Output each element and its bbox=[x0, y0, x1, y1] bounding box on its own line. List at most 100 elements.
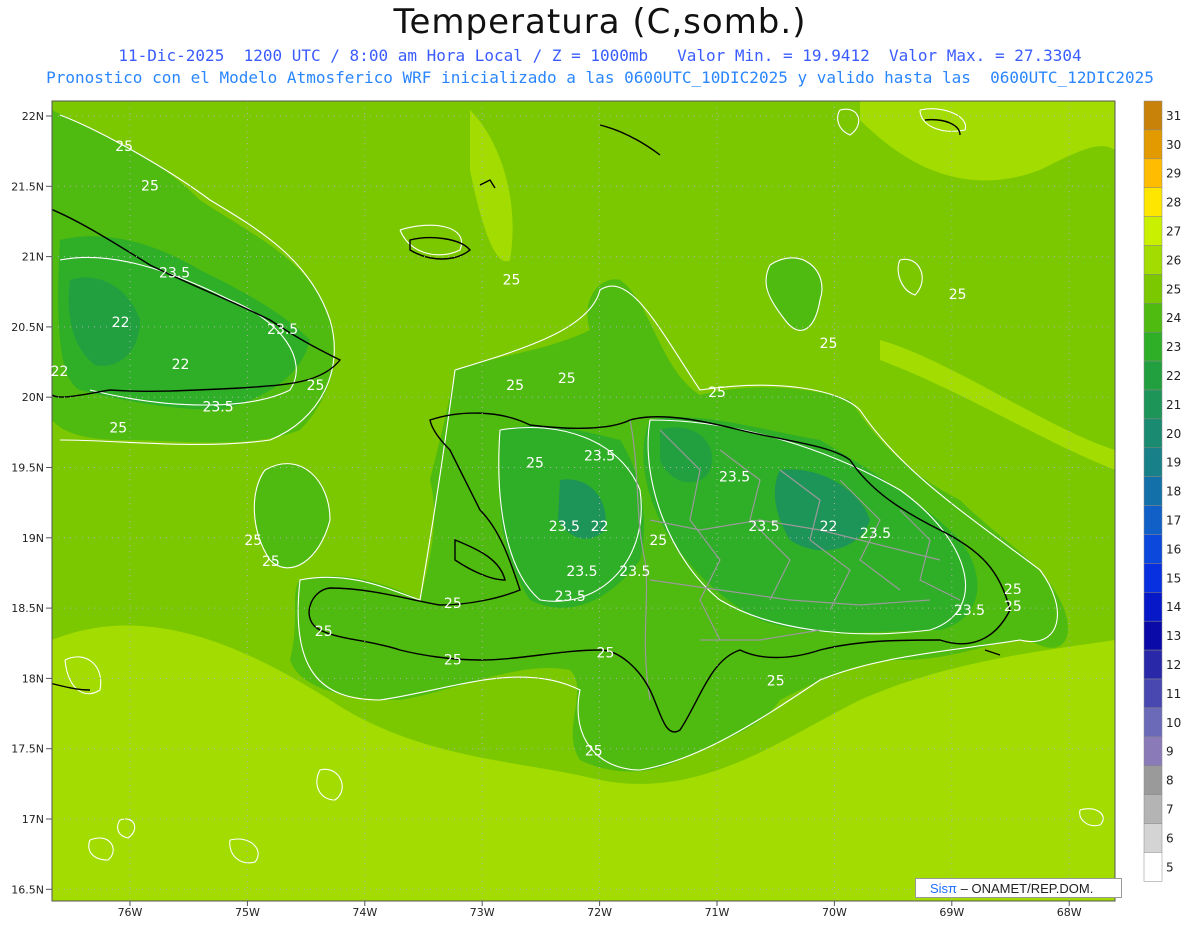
colorbar-label: 19 bbox=[1166, 456, 1181, 470]
latitude-labels: 22N 21.5N 21N 20.5N 20N 19.5N 19N 18.5N 18N 17.5N… bbox=[11, 110, 52, 896]
contour-label: 25 bbox=[526, 456, 544, 472]
latitude-label: 21.5N bbox=[11, 180, 44, 193]
colorbar-swatch bbox=[1143, 620, 1163, 651]
contour-label: 22 bbox=[112, 315, 130, 331]
latitude-label: 16.5N bbox=[11, 883, 44, 896]
colorbar-label: 20 bbox=[1166, 427, 1181, 441]
contour-label: 23.5 bbox=[584, 448, 615, 464]
colorbar-swatch bbox=[1143, 765, 1163, 795]
colorbar-swatch bbox=[1143, 563, 1163, 593]
latitude-label: 22N bbox=[22, 110, 44, 123]
colorbar-swatch bbox=[1143, 736, 1163, 766]
contour-label: 25 bbox=[708, 385, 726, 401]
latitude-label: 20N bbox=[22, 391, 44, 404]
colorbar-label: 13 bbox=[1166, 629, 1181, 643]
contour-label: 23.5 bbox=[159, 266, 190, 282]
contour-label: 25 bbox=[115, 139, 133, 155]
colorbar-label: 28 bbox=[1166, 196, 1181, 210]
contour-label: 25 bbox=[444, 652, 462, 668]
contour-label: 25 bbox=[1004, 599, 1022, 615]
colorbar-swatch bbox=[1143, 678, 1163, 709]
latitude-label: 21N bbox=[22, 251, 44, 264]
contour-label: 25 bbox=[262, 554, 280, 570]
contour-label: 25 bbox=[558, 371, 576, 387]
colorbar-swatch bbox=[1143, 129, 1163, 160]
colorbar-swatch bbox=[1143, 360, 1163, 391]
colorbar-label: 26 bbox=[1166, 253, 1181, 267]
colorbar-swatch bbox=[1143, 331, 1163, 362]
colorbar-swatch bbox=[1143, 245, 1163, 275]
colorbar-swatch bbox=[1143, 418, 1163, 449]
colorbar-label: 18 bbox=[1166, 485, 1181, 499]
contour-label: 22 bbox=[172, 357, 190, 373]
colorbar-label: 14 bbox=[1166, 600, 1181, 614]
contour-label: 23.5 bbox=[202, 399, 233, 415]
contour-label: 22 bbox=[591, 519, 609, 535]
contour-label: 25 bbox=[597, 645, 615, 661]
contour-label: 23.5 bbox=[860, 526, 891, 542]
colorbar-swatch bbox=[1143, 592, 1163, 622]
colorbar-swatch bbox=[1143, 823, 1163, 853]
contour-label: 25 bbox=[109, 420, 127, 436]
colorbar-swatch bbox=[1143, 447, 1163, 477]
longitude-label: 72W bbox=[587, 906, 612, 919]
colorbar-label: 27 bbox=[1166, 225, 1181, 239]
contour-label: 25 bbox=[506, 378, 524, 394]
colorbar-label: 11 bbox=[1166, 687, 1181, 701]
contour-label: 25 bbox=[949, 287, 967, 303]
contour-label: 25 bbox=[503, 273, 521, 289]
colorbar-label: 9 bbox=[1166, 745, 1174, 759]
colorbar-label: 31 bbox=[1166, 109, 1181, 123]
credit-brand: Sisπ bbox=[930, 881, 958, 896]
colorbar-swatch bbox=[1143, 794, 1163, 824]
latitude-label: 17.5N bbox=[11, 743, 44, 756]
latitude-label: 17N bbox=[22, 813, 44, 826]
contour-label: 23.5 bbox=[719, 470, 750, 486]
latitude-label: 19.5N bbox=[11, 462, 44, 475]
longitude-label: 73W bbox=[470, 906, 495, 919]
colorbar-label: 25 bbox=[1166, 282, 1181, 296]
credit-text: – ONAMET/REP.DOM. bbox=[957, 881, 1094, 896]
contour-label: 25 bbox=[820, 336, 838, 352]
colorbar-label: 30 bbox=[1166, 138, 1181, 152]
contour-label: 25 bbox=[444, 596, 462, 612]
credit-box: Sisπ – ONAMET/REP.DOM. bbox=[915, 878, 1122, 898]
contour-label: 22 bbox=[820, 519, 838, 535]
colorbar-label: 22 bbox=[1166, 369, 1181, 383]
colorbar-swatch bbox=[1143, 100, 1163, 131]
temperature-map: 22N 21.5N 21N 20.5N 20N 19.5N 19N 18.5N 18N 17.5N… bbox=[11, 100, 1181, 919]
colorbar-label: 7 bbox=[1166, 803, 1174, 817]
colorbar-label: 8 bbox=[1166, 774, 1174, 788]
colorbar-swatch bbox=[1143, 274, 1163, 304]
latitude-label: 18N bbox=[22, 672, 44, 685]
colorbar-label: 10 bbox=[1166, 716, 1181, 730]
longitude-labels: 76W 75W 74W 73W 72W 71W 70W 69W 68W bbox=[118, 901, 1082, 919]
colorbar-swatch bbox=[1143, 505, 1163, 535]
colorbar-label: 24 bbox=[1166, 311, 1181, 325]
colorbar-swatch bbox=[1143, 216, 1163, 246]
contour-label: 23.5 bbox=[566, 564, 597, 580]
contour-label: 23.5 bbox=[267, 322, 298, 338]
contour-label: 25 bbox=[141, 179, 159, 195]
contour-label: 25 bbox=[307, 378, 325, 394]
colorbar-label: 5 bbox=[1166, 860, 1174, 874]
contour-label: 23.5 bbox=[549, 519, 580, 535]
colorbar-label: 21 bbox=[1166, 398, 1181, 412]
contour-label: 25 bbox=[649, 533, 667, 549]
colorbar-swatch bbox=[1143, 707, 1163, 738]
latitude-label: 20.5N bbox=[11, 321, 44, 334]
colorbar: 31 30 29 28 27 26 25 24 23 22 21 20 19 18 17 16 15 14 13 12… bbox=[1143, 100, 1181, 882]
contour-label: 23.5 bbox=[748, 519, 779, 535]
latitude-label: 18.5N bbox=[11, 602, 44, 615]
colorbar-label: 29 bbox=[1166, 167, 1181, 181]
longitude-label: 70W bbox=[822, 906, 847, 919]
contour-label: 25 bbox=[767, 673, 785, 689]
colorbar-swatch bbox=[1143, 303, 1163, 333]
contour-label: 23.5 bbox=[619, 564, 650, 580]
colorbar-label: 12 bbox=[1166, 658, 1181, 672]
longitude-label: 69W bbox=[939, 906, 964, 919]
longitude-label: 74W bbox=[352, 906, 377, 919]
colorbar-label: 16 bbox=[1166, 542, 1181, 556]
contour-label: 25 bbox=[244, 533, 262, 549]
colorbar-swatch bbox=[1143, 534, 1163, 564]
